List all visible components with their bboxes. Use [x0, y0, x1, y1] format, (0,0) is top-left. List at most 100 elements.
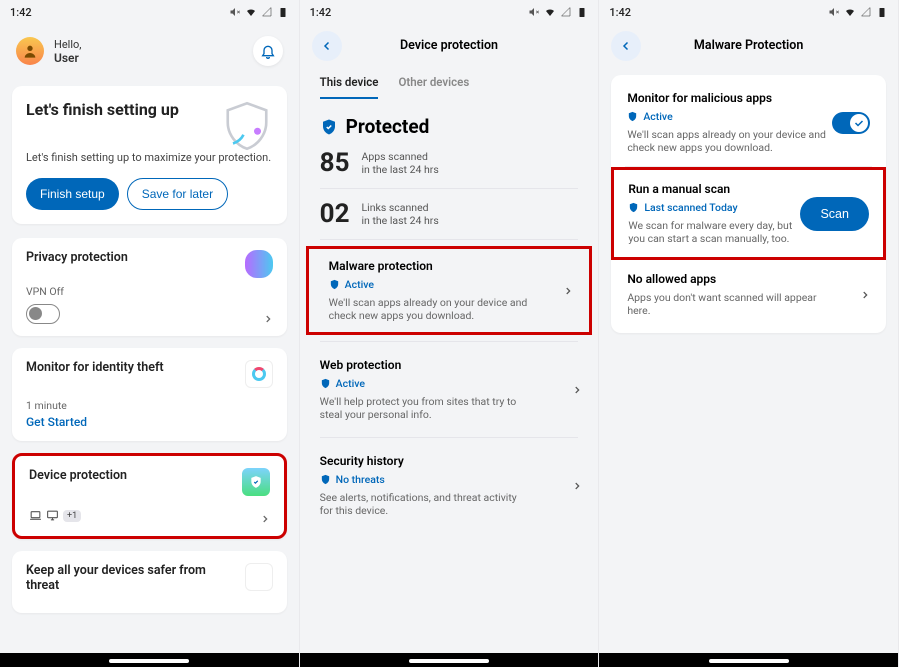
item-title: Malware protection [329, 259, 570, 273]
mute-icon [528, 6, 540, 18]
extra-devices-badge: +1 [63, 510, 81, 522]
status-text: Active [643, 110, 672, 123]
item-desc: See alerts, notifications, and threat ac… [320, 491, 520, 517]
web-protection-item[interactable]: Web protection Active We'll help protect… [300, 348, 599, 431]
status-text: Active [336, 377, 365, 390]
nav-header: Device protection [300, 24, 599, 67]
status-nothreats: No threats [320, 473, 579, 486]
nav-bar [300, 653, 599, 667]
stat-sublabel: in the last 24 hrs [362, 214, 439, 227]
privacy-title: Privacy protection [26, 250, 273, 265]
status-icons [828, 6, 888, 18]
item-desc: We'll help protect you from sites that t… [320, 395, 520, 421]
privacy-card[interactable]: Privacy protection VPN Off [12, 238, 287, 336]
monitor-status: Active [627, 110, 832, 123]
device-protection-card[interactable]: Device protection +1 [12, 453, 287, 539]
privacy-icon [245, 250, 273, 278]
chevron-left-icon [620, 40, 632, 52]
identity-icon [245, 360, 273, 388]
back-button[interactable] [611, 31, 641, 61]
allowed-apps-block[interactable]: No allowed apps Apps you don't want scan… [625, 260, 872, 329]
identity-time: 1 minute [26, 399, 273, 412]
status-bar: 1:42 [599, 0, 898, 24]
monitor-block: Monitor for malicious apps Active We'll … [625, 79, 872, 167]
laptop-icon [29, 509, 42, 522]
item-title: Web protection [320, 358, 579, 372]
status-text: No threats [336, 473, 385, 486]
protection-label: Protected [346, 115, 430, 138]
shield-check-icon [320, 474, 331, 485]
status-text: Last scanned Today [644, 201, 737, 214]
status-bar: 1:42 [300, 0, 599, 24]
shield-check-icon [627, 111, 638, 122]
threat-card[interactable]: Keep all your devices safer from threat [12, 551, 287, 613]
wifi-icon [844, 6, 856, 18]
status-time: 1:42 [10, 6, 32, 19]
device-title: Device protection [29, 468, 270, 483]
nav-bar [0, 653, 299, 667]
allowed-desc: Apps you don't want scanned will appear … [627, 291, 817, 317]
stat-sublabel: in the last 24 hrs [362, 163, 439, 176]
stat-number: 85 [320, 148, 350, 178]
page-title: Malware Protection [694, 38, 803, 53]
status-time: 1:42 [609, 6, 631, 19]
chevron-right-icon [572, 481, 582, 491]
signal-icon [860, 6, 872, 18]
wifi-icon [544, 6, 556, 18]
avatar[interactable] [16, 37, 44, 65]
battery-icon [576, 6, 588, 18]
back-button[interactable] [312, 31, 342, 61]
security-history-item[interactable]: Security history No threats See alerts, … [300, 444, 599, 527]
screen-device-protection: 1:42 Device protection This device Other… [300, 0, 600, 667]
save-later-button[interactable]: Save for later [127, 178, 228, 210]
status-icons [229, 6, 289, 18]
identity-title: Monitor for identity theft [26, 360, 273, 375]
greeting-name: User [54, 51, 81, 65]
desktop-icon [46, 509, 59, 522]
threat-icon [245, 563, 273, 591]
manual-title: Run a manual scan [628, 182, 800, 196]
vpn-toggle[interactable] [26, 304, 60, 324]
malware-protection-item[interactable]: Malware protection Active We'll scan app… [306, 246, 593, 335]
chevron-right-icon [563, 286, 573, 296]
mute-icon [828, 6, 840, 18]
item-desc: We'll scan apps already on your device a… [329, 296, 529, 322]
tab-this-device[interactable]: This device [320, 75, 379, 99]
scan-button[interactable]: Scan [800, 197, 869, 231]
nav-bar [599, 653, 898, 667]
divider [320, 239, 579, 240]
divider [320, 341, 579, 342]
tab-other-devices[interactable]: Other devices [398, 75, 469, 99]
tabs: This device Other devices [300, 67, 599, 99]
identity-card[interactable]: Monitor for identity theft 1 minute Get … [12, 348, 287, 441]
manual-status: Last scanned Today [628, 201, 800, 214]
shield-check-icon [320, 118, 338, 136]
status-text: Active [345, 278, 374, 291]
get-started-link[interactable]: Get Started [26, 415, 273, 429]
monitor-toggle[interactable] [832, 112, 870, 134]
notifications-button[interactable] [253, 36, 283, 66]
stat-apps-scanned: 85 Apps scanned in the last 24 hrs [300, 144, 599, 182]
greeting-label: Hello, [54, 38, 81, 51]
signal-icon [560, 6, 572, 18]
check-icon [853, 117, 865, 129]
status-active: Active [320, 377, 579, 390]
chevron-right-icon [260, 514, 270, 524]
device-list-icons: +1 [29, 509, 270, 522]
protection-status: Protected [300, 99, 599, 144]
battery-icon [277, 6, 289, 18]
stat-label: Links scanned [362, 201, 439, 214]
bell-icon [260, 43, 276, 59]
status-bar: 1:42 [0, 0, 299, 24]
device-icon [242, 468, 270, 496]
setup-buttons: Finish setup Save for later [26, 178, 273, 210]
shield-icon [219, 98, 275, 154]
wifi-icon [245, 6, 257, 18]
divider [320, 188, 579, 189]
status-time: 1:42 [310, 6, 332, 19]
finish-setup-button[interactable]: Finish setup [26, 178, 119, 210]
divider [320, 437, 579, 438]
nav-header: Malware Protection [599, 24, 898, 67]
home-header: Hello, User [0, 24, 299, 78]
status-icons [528, 6, 588, 18]
